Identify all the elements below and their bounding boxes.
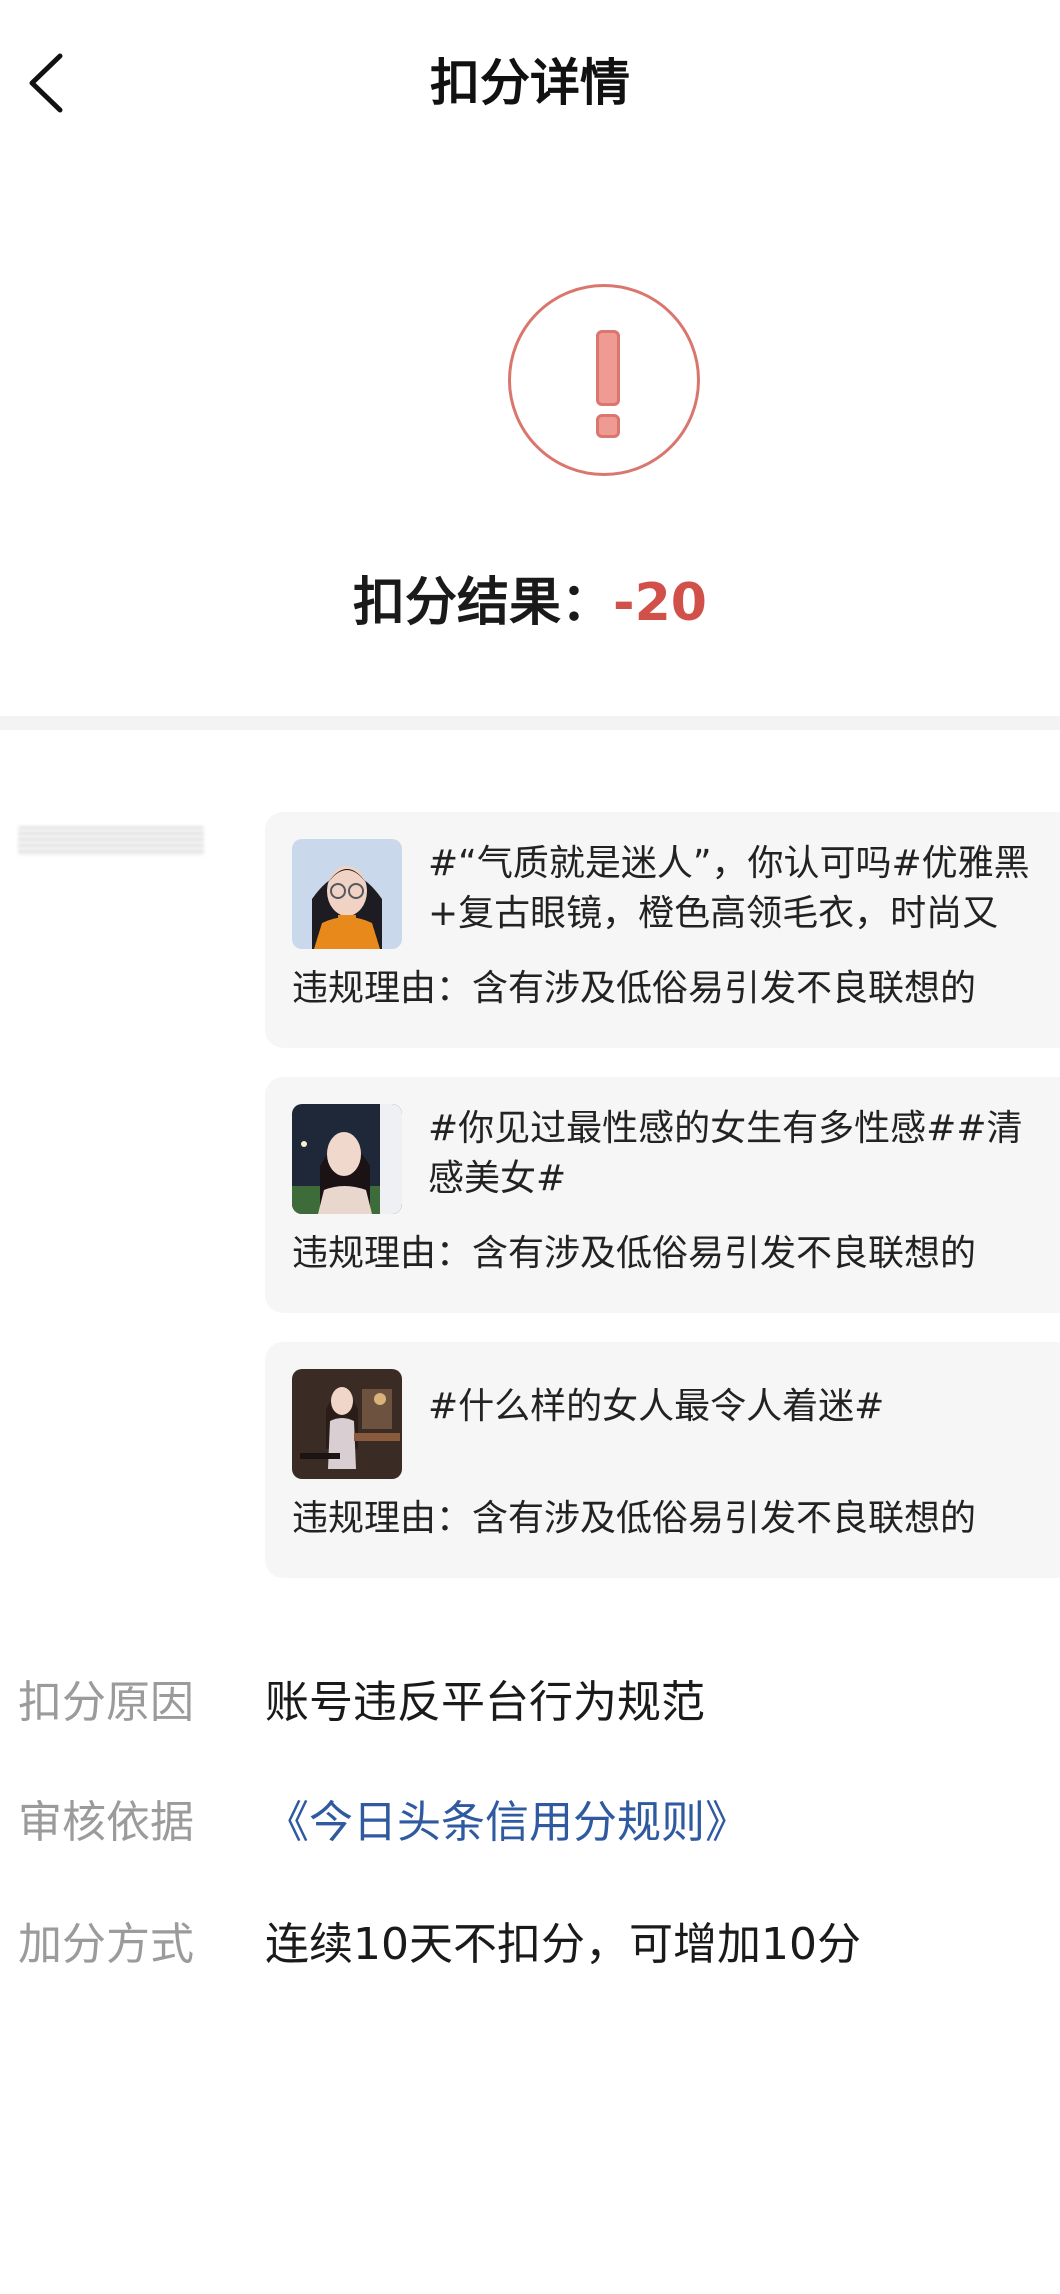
violation-card[interactable]: #你见过最性感的女生有多性感##清 感美女# 违规理由：含有涉及低俗易引发不良联…: [265, 1077, 1060, 1313]
deduction-reason-value: 账号违反平台行为规范: [265, 1677, 705, 1728]
redacted-label: [18, 826, 204, 856]
exclamation-dot: [596, 414, 620, 438]
page-title: 扣分详情: [430, 54, 630, 112]
credit-rules-link[interactable]: 《今日头条信用分规则》: [265, 1786, 749, 1850]
bonus-method-value: 连续10天不扣分，可增加10分: [265, 1919, 861, 1970]
post-thumbnail: [292, 1369, 402, 1479]
deduction-reason-label: 扣分原因: [18, 1677, 194, 1728]
bonus-method-label: 加分方式: [18, 1919, 194, 1970]
review-basis-label: 审核依据: [18, 1797, 194, 1848]
violation-reason: 违规理由：含有涉及低俗易引发不良联想的: [292, 968, 977, 1009]
exclamation-bar: [596, 330, 620, 406]
violation-card[interactable]: #什么样的女人最令人着迷# 违规理由：含有涉及低俗易引发不良联想的: [265, 1342, 1060, 1578]
post-title: #什么样的女人最令人着迷#: [428, 1386, 885, 1427]
violation-reason: 违规理由：含有涉及低俗易引发不良联想的: [292, 1233, 977, 1274]
section-divider: [0, 716, 1060, 730]
post-title: #你见过最性感的女生有多性感##清 感美女#: [428, 1108, 1023, 1199]
post-thumbnail: [292, 1104, 402, 1214]
violation-reason: 违规理由：含有涉及低俗易引发不良联想的: [292, 1498, 977, 1539]
result-label: 扣分结果：: [353, 573, 614, 633]
violation-card[interactable]: #“气质就是迷人”，你认可吗#优雅黑 +复古眼镜，橙色高领毛衣，时尚又 违规理由…: [265, 812, 1060, 1048]
result-value: -20: [613, 573, 707, 633]
post-thumbnail: [292, 839, 402, 949]
deduction-result: 扣分结果：-20: [0, 568, 1060, 638]
post-title: #“气质就是迷人”，你认可吗#优雅黑 +复古眼镜，橙色高领毛衣，时尚又: [428, 843, 1030, 934]
